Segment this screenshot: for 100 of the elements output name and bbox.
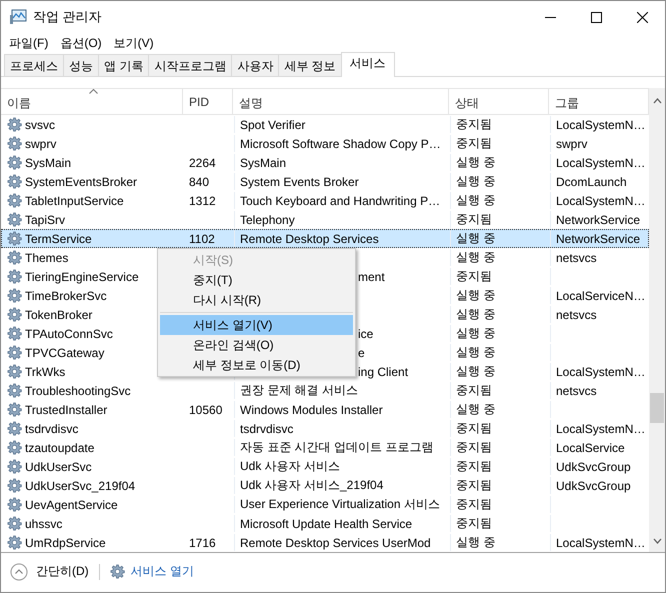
tab[interactable]: 사용자 [231, 54, 278, 76]
gear-icon [7, 155, 22, 170]
table-cell: UdkSvcGroup [556, 460, 631, 474]
scroll-up-icon[interactable] [652, 98, 662, 104]
menu-item[interactable]: 옵션(O) [54, 34, 108, 52]
gear-icon [7, 364, 22, 379]
gear-icon [7, 269, 22, 284]
menu-item[interactable]: 보기(V) [108, 34, 160, 52]
service-name: svsvc [25, 118, 55, 132]
table-cell: 실행 중 [456, 344, 496, 361]
gear-icon [110, 564, 125, 579]
table-cell: LocalSystemN… [556, 364, 646, 378]
table-cell: Microsoft Software Shadow Copy P… [240, 136, 441, 150]
service-name: tsdrvdisvc [25, 422, 78, 436]
collapse-button[interactable]: 간단히(D) [10, 562, 89, 580]
tab[interactable]: 성능 [63, 54, 98, 76]
table-cell: e [358, 346, 365, 360]
gear-icon [7, 535, 22, 550]
tab[interactable]: 프로세스 [4, 54, 63, 76]
table-cell: 실행 중 [456, 363, 496, 380]
table-row[interactable]: TermService 1102 Remote Desktop Services 실행 중 NetworkService [1, 229, 649, 248]
window-title: 작업 관리자 [33, 8, 102, 26]
table-cell: 중지됨 [456, 477, 492, 494]
service-name: TimeBrokerSvc [25, 288, 107, 302]
menu-item[interactable]: 세부 정보로 이동(D) [160, 355, 353, 375]
service-name: swprv [25, 136, 56, 150]
table-cell: netsvcs [556, 384, 597, 398]
gear-icon [7, 402, 22, 417]
table-cell: Udk 사용자 서비스 [240, 458, 340, 475]
service-name: TokenBroker [25, 308, 92, 322]
table-cell: LocalService [556, 440, 625, 454]
table-cell: 중지됨 [456, 211, 492, 228]
tab[interactable]: 세부 정보 [278, 54, 341, 76]
table-cell: 실행 중 [456, 249, 496, 266]
scrollbar-thumb[interactable] [650, 393, 664, 423]
table-cell: 2264 [189, 156, 216, 170]
table-cell: 실행 중 [456, 230, 496, 247]
menu-item[interactable]: 온라인 검색(O) [160, 335, 353, 355]
table-cell: netsvcs [556, 308, 597, 322]
open-services-link[interactable]: 서비스 열기 [110, 563, 194, 580]
service-name: TPVCGateway [25, 346, 104, 360]
table-cell: 중지됨 [456, 116, 492, 133]
table-cell: 1102 [189, 232, 215, 246]
gear-icon [7, 478, 22, 493]
column-header[interactable]: 상태 [449, 89, 549, 114]
table-cell: 중지됨 [456, 496, 492, 513]
table-cell: Remote Desktop Services [240, 232, 379, 246]
table-cell: 실행 중 [456, 154, 496, 171]
service-name: TPAutoConnSvc [25, 326, 113, 340]
service-name: SystemEventsBroker [25, 174, 138, 188]
table-cell: Remote Desktop Services UserMod [240, 536, 431, 550]
table-cell: Touch Keyboard and Handwriting P… [240, 194, 440, 208]
table-cell: DcomLaunch [556, 174, 627, 188]
table-cell: 실행 중 [456, 401, 496, 418]
gear-icon [7, 212, 22, 227]
gear-icon [7, 516, 22, 531]
menu-item[interactable]: 다시 시작(R) [160, 290, 353, 310]
tab[interactable]: 서비스 [340, 52, 395, 77]
gear-icon [7, 326, 22, 341]
gear-icon [7, 459, 22, 474]
service-name: UdkUserSvc [25, 460, 92, 474]
service-name: TroubleshootingSvc [25, 384, 131, 398]
table-cell: Udk 사용자 서비스_219f04 [240, 477, 384, 494]
table-cell: LocalSystemN… [556, 536, 646, 550]
table-cell: ment [358, 270, 385, 284]
gear-icon [7, 421, 22, 436]
column-header[interactable]: 이름 [1, 89, 183, 114]
menu-item[interactable]: 파일(F) [3, 34, 54, 52]
service-name: TermService [25, 232, 92, 246]
menu-item[interactable]: 중지(T) [160, 270, 353, 290]
tab[interactable]: 앱 기록 [98, 54, 148, 76]
table-cell: ice [358, 326, 374, 340]
service-name: TapiSrv [25, 212, 66, 226]
chevron-up-icon [10, 562, 28, 580]
gear-icon [7, 136, 22, 151]
table-cell: Windows Modules Installer [240, 402, 383, 416]
table-cell: 실행 중 [456, 173, 496, 190]
table-cell: 중지됨 [456, 382, 492, 399]
table-cell: User Experience Virtualization 서비스 [240, 496, 440, 513]
sort-ascending-icon [89, 89, 98, 94]
column-header[interactable]: PID [183, 89, 233, 114]
service-name: TrkWks [25, 364, 66, 378]
table-cell: 중지됨 [456, 268, 492, 285]
table-cell: 권장 문제 해결 서비스 [240, 382, 358, 399]
menu-item[interactable]: 서비스 열기(V) [160, 315, 353, 335]
scroll-down-icon[interactable] [652, 538, 662, 544]
service-name: SysMain [25, 156, 72, 170]
gear-icon [7, 497, 22, 512]
gear-icon [7, 307, 22, 322]
service-name: tzautoupdate [25, 440, 94, 454]
tab[interactable]: 시작프로그램 [148, 54, 232, 76]
table-cell: UdkSvcGroup [556, 478, 631, 492]
table-cell: 중지됨 [456, 515, 492, 532]
service-name: UdkUserSvc_219f04 [25, 478, 136, 492]
table-cell: Spot Verifier [240, 118, 306, 132]
table-cell: 실행 중 [456, 192, 496, 209]
gear-icon [7, 383, 22, 398]
gear-icon [7, 231, 22, 246]
column-header[interactable]: 설명 [233, 89, 449, 114]
table-cell: SysMain [240, 156, 286, 170]
